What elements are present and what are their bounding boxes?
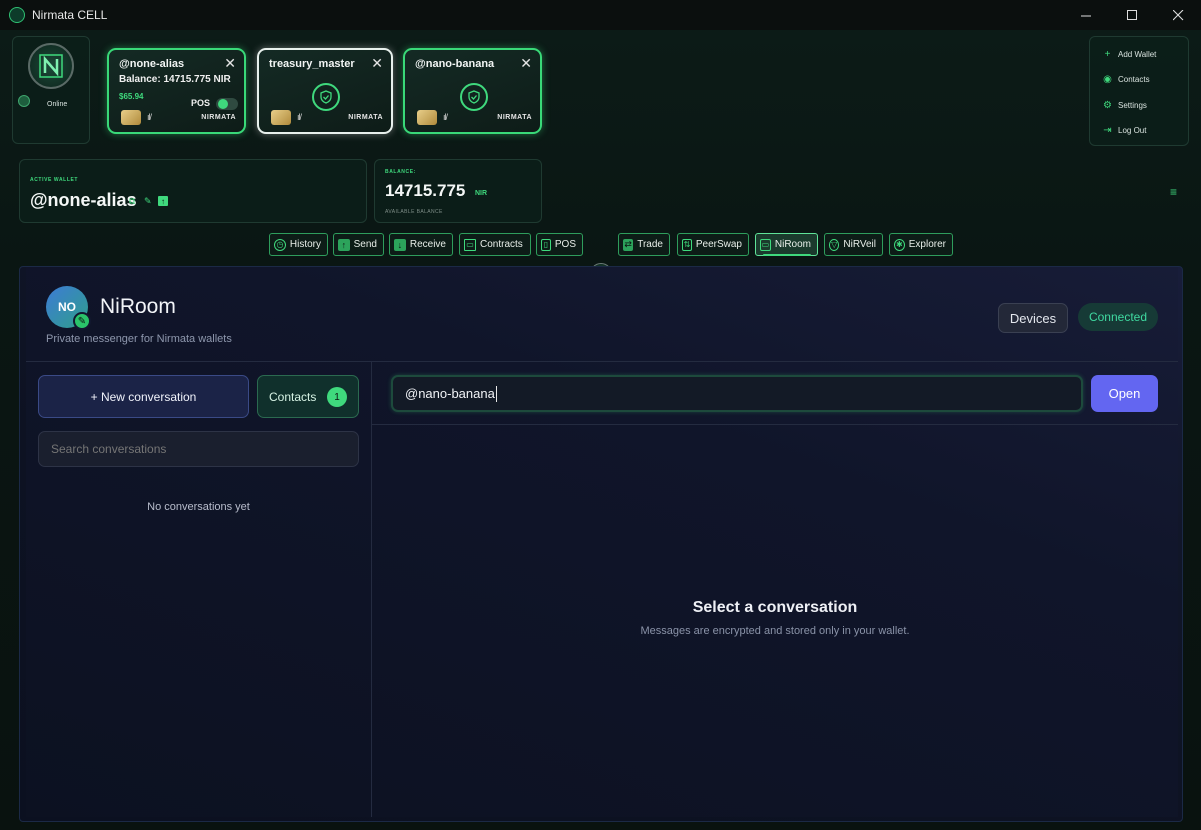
devices-button[interactable]: Devices bbox=[998, 303, 1068, 333]
wallet-alias: @none-alias bbox=[119, 58, 185, 70]
user-circle-icon: ◉ bbox=[1103, 74, 1112, 85]
input-divider bbox=[372, 424, 1178, 425]
nav-peerswap[interactable]: ⇅ PeerSwap bbox=[677, 233, 749, 256]
nav-receive[interactable]: ↓ Receive bbox=[389, 233, 453, 256]
wallet-usd-value: $65.94 bbox=[119, 92, 144, 101]
card-chip-icon bbox=[121, 110, 141, 125]
status-label: Online bbox=[47, 101, 68, 108]
plus-icon: + bbox=[1104, 49, 1111, 60]
active-tab-indicator bbox=[763, 254, 811, 256]
close-wallet-icon[interactable]: ✕ bbox=[371, 55, 383, 72]
logout-icon: ⇥ bbox=[1103, 125, 1112, 136]
compass-icon: ✱ bbox=[894, 238, 905, 251]
open-conversation-button[interactable]: Open bbox=[1091, 375, 1158, 412]
shield-check-icon bbox=[312, 83, 340, 111]
available-balance-caption: AVAILABLE BALANCE bbox=[385, 209, 443, 215]
contacts-count-badge: 1 bbox=[327, 387, 347, 407]
balance-unit: NIR bbox=[475, 190, 488, 197]
document-icon: ▭ bbox=[464, 238, 476, 251]
close-wallet-icon[interactable]: ✕ bbox=[520, 55, 532, 72]
gear-icon: ⚙ bbox=[1103, 100, 1112, 111]
swap-icon: ⇅ bbox=[682, 238, 692, 251]
clock-icon: ◷ bbox=[274, 238, 286, 251]
balance-panel: BALANCE: 14715.775 NIR AVAILABLE BALANCE bbox=[374, 159, 542, 223]
close-wallet-icon[interactable]: ✕ bbox=[224, 55, 236, 72]
active-wallet-alias: @none-alias bbox=[30, 190, 137, 210]
app-logo-icon bbox=[9, 7, 25, 23]
edit-pencil-icon[interactable]: ✎ bbox=[144, 196, 152, 207]
settings-menu-item[interactable]: ⚙ Settings bbox=[1102, 100, 1147, 111]
pos-label: POS bbox=[191, 98, 211, 108]
niroom-content: NO ✎ NiRoom Private messenger for Nirmat… bbox=[26, 267, 1178, 817]
nfc-icon: ıl/ bbox=[297, 112, 302, 122]
no-conversations-text: No conversations yet bbox=[147, 501, 250, 513]
wallet-card-treasury-master[interactable]: treasury_master ✕ ıl/ NIRMATA bbox=[257, 48, 393, 134]
nav-niroom[interactable]: ▭ NiRoom bbox=[755, 233, 818, 256]
nav-nirveil[interactable]: ▽ NiRVeil bbox=[824, 233, 883, 256]
niroom-subtitle: Private messenger for Nirmata wallets bbox=[46, 333, 232, 345]
nav-contracts[interactable]: ▭ Contracts bbox=[459, 233, 531, 256]
trade-arrows-icon: ⇄ bbox=[623, 238, 634, 251]
card-chip-icon bbox=[417, 110, 437, 125]
window-title: Nirmata CELL bbox=[32, 8, 108, 22]
wallet-card-none-alias[interactable]: @none-alias ✕ Balance: 14715.775 NIR $65… bbox=[107, 48, 246, 134]
empty-state-subtitle: Messages are encrypted and stored only i… bbox=[640, 625, 910, 637]
recipient-input[interactable]: @nano-banana bbox=[391, 375, 1083, 412]
balance-caption: BALANCE: bbox=[385, 169, 416, 175]
menu-lines-icon[interactable]: ≡ bbox=[1170, 185, 1177, 199]
wallet-balance: Balance: 14715.775 NIR bbox=[119, 74, 231, 85]
profile-panel: Online bbox=[12, 36, 90, 144]
add-wallet-menu-item[interactable]: + Add Wallet bbox=[1102, 49, 1157, 60]
text-cursor bbox=[495, 385, 497, 402]
wallet-alias: @nano-banana bbox=[415, 58, 495, 70]
maximize-button[interactable] bbox=[1109, 0, 1155, 30]
copy-icon[interactable]: ⧉ bbox=[129, 196, 135, 207]
pos-toggle[interactable] bbox=[216, 98, 238, 110]
balance-amount: 14715.775 bbox=[385, 181, 466, 200]
arrow-up-icon: ↑ bbox=[338, 238, 350, 251]
chat-icon: ▭ bbox=[760, 238, 771, 251]
search-conversations-input[interactable] bbox=[38, 431, 359, 467]
contacts-menu-item[interactable]: ◉ Contacts bbox=[1102, 74, 1149, 85]
pos-terminal-icon: ▯ bbox=[541, 238, 551, 251]
title-bar: Nirmata CELL bbox=[0, 0, 1201, 30]
sidebar-divider bbox=[371, 362, 372, 817]
active-wallet-caption: ACTIVE WALLET bbox=[30, 177, 79, 183]
card-brand: NIRMATA bbox=[497, 114, 532, 121]
connected-status-badge: Connected bbox=[1078, 303, 1158, 331]
edit-avatar-icon[interactable]: ✎ bbox=[73, 312, 91, 330]
niroom-panel: NO ✎ NiRoom Private messenger for Nirmat… bbox=[19, 266, 1183, 822]
nav-history[interactable]: ◷ History bbox=[269, 233, 328, 256]
nfc-icon: ıl/ bbox=[147, 112, 152, 122]
contacts-button[interactable]: Contacts 1 bbox=[257, 375, 359, 418]
header-divider bbox=[26, 361, 1178, 362]
log-out-menu-item[interactable]: ⇥ Log Out bbox=[1102, 125, 1146, 136]
nav-trade[interactable]: ⇄ Trade bbox=[618, 233, 670, 256]
arrow-down-icon: ↓ bbox=[394, 238, 406, 251]
card-brand: NIRMATA bbox=[348, 114, 383, 121]
empty-state-title: Select a conversation bbox=[692, 599, 858, 616]
export-icon[interactable]: ↑ bbox=[158, 196, 168, 206]
nav-send[interactable]: ↑ Send bbox=[333, 233, 384, 256]
niroom-title: NiRoom bbox=[100, 295, 176, 318]
account-menu: + Add Wallet ◉ Contacts ⚙ Settings ⇥ Log Out bbox=[1089, 36, 1189, 146]
wallet-card-nano-banana[interactable]: @nano-banana ✕ ıl/ NIRMATA bbox=[403, 48, 542, 134]
nav-pos[interactable]: ▯ POS bbox=[536, 233, 583, 256]
close-window-button[interactable] bbox=[1155, 0, 1201, 30]
shield-check-icon bbox=[460, 83, 488, 111]
online-status-icon bbox=[18, 95, 30, 107]
minimize-button[interactable] bbox=[1063, 0, 1109, 30]
card-chip-icon bbox=[271, 110, 291, 125]
nirmata-logo-icon[interactable] bbox=[28, 43, 74, 89]
wallet-alias: treasury_master bbox=[269, 58, 355, 70]
card-brand: NIRMATA bbox=[201, 114, 236, 121]
active-wallet-panel: ACTIVE WALLET @none-alias ⧉ ✎ ↑ bbox=[19, 159, 367, 223]
veil-icon: ▽ bbox=[829, 238, 840, 251]
nav-explorer[interactable]: ✱ Explorer bbox=[889, 233, 953, 256]
new-conversation-button[interactable]: + New conversation bbox=[38, 375, 249, 418]
nfc-icon: ıl/ bbox=[443, 112, 448, 122]
